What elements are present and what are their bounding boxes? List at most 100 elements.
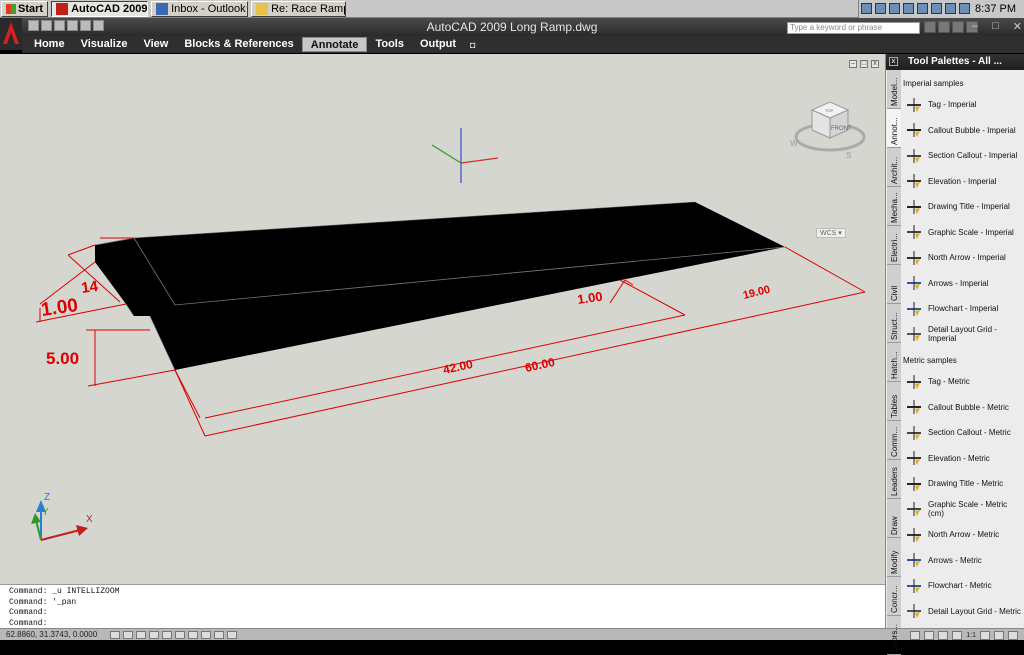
palette-tool[interactable]: Arrows - Imperial (901, 271, 1024, 297)
tool-icon (905, 475, 923, 493)
tray-icon[interactable] (889, 3, 900, 14)
palette-tab[interactable]: Archit... (887, 148, 901, 187)
palette-tab[interactable]: Struct... (887, 304, 901, 343)
zoom-icon[interactable] (952, 631, 963, 640)
layout-icon[interactable] (924, 631, 935, 640)
qp-toggle[interactable] (227, 631, 237, 639)
minimize-icon[interactable]: – (972, 20, 978, 33)
ortho-toggle[interactable] (136, 631, 146, 639)
palette-tool[interactable]: Graphic Scale - Metric (cm) (901, 497, 1024, 523)
palette-tab-label: Modify (890, 550, 899, 574)
palette-tab[interactable]: Annot... (887, 109, 901, 148)
communication-icon[interactable] (938, 21, 950, 33)
tab-tools[interactable]: Tools (367, 37, 412, 52)
ucs-z-label: Z (44, 492, 50, 503)
palette-tool[interactable]: Drawing Title - Metric (901, 471, 1024, 497)
favorites-icon[interactable] (952, 21, 964, 33)
system-tray: 8:37 PM (858, 0, 1024, 18)
palette-tab[interactable]: Draw (887, 499, 901, 538)
otrack-toggle[interactable] (175, 631, 185, 639)
palette-tool[interactable]: Arrows - Metric (901, 548, 1024, 574)
tool-icon (905, 96, 923, 114)
tool-icon (905, 577, 923, 595)
palette-tab[interactable]: Electri... (887, 226, 901, 265)
palette-tool[interactable]: Elevation - Imperial (901, 169, 1024, 195)
grid-toggle[interactable] (123, 631, 133, 639)
maximize-icon[interactable]: □ (992, 20, 999, 33)
drawing-viewport[interactable]: – □ x 1.00 14 5.00 1.00 42.00 60.00 19.0… (0, 54, 885, 584)
polar-toggle[interactable] (149, 631, 159, 639)
tray-icon[interactable] (931, 3, 942, 14)
wcs-menu[interactable]: WCS ▾ (816, 228, 846, 238)
start-button[interactable]: Start (1, 0, 49, 17)
palette-tool[interactable]: Callout Bubble - Imperial (901, 118, 1024, 144)
palette-tab[interactable]: Tables (887, 382, 901, 421)
palette-tab-label: Struct... (890, 312, 899, 340)
palette-tool[interactable]: Callout Bubble - Metric (901, 395, 1024, 421)
palette-tab[interactable]: Modify (887, 538, 901, 577)
palette-tool[interactable]: Flowchart - Imperial (901, 296, 1024, 322)
workspace-icon[interactable] (980, 631, 990, 640)
tray-icon[interactable] (903, 3, 914, 14)
tab-view[interactable]: View (135, 37, 176, 52)
palette-tool[interactable]: Section Callout - Metric (901, 420, 1024, 446)
snap-toggle[interactable] (110, 631, 120, 639)
command-line[interactable]: Command: _u INTELLIZOOM Command: '_pan C… (0, 584, 885, 628)
help-search-input[interactable]: Type a keyword or phrase (787, 22, 920, 34)
palette-tool[interactable]: North Arrow - Metric (901, 522, 1024, 548)
palette-tab[interactable]: Concr... (887, 577, 901, 616)
tool-label: Flowchart - Imperial (928, 304, 999, 314)
annotation-scale[interactable]: 1:1 (966, 630, 976, 641)
tool-icon (905, 249, 923, 267)
tool-icon (905, 223, 923, 241)
palette-tool[interactable]: Elevation - Metric (901, 446, 1024, 472)
tray-icon[interactable] (959, 3, 970, 14)
ribbon-minimize-icon[interactable]: ◘ (470, 40, 475, 50)
palette-tool[interactable]: North Arrow - Imperial (901, 245, 1024, 271)
palette-tab[interactable]: Model... (887, 70, 901, 109)
palette-tool[interactable]: Graphic Scale - Imperial (901, 220, 1024, 246)
taskbar-item-outlook[interactable]: Inbox - Outlook ... (151, 0, 249, 17)
ducs-toggle[interactable] (188, 631, 198, 639)
palette-tool[interactable]: Section Callout - Imperial (901, 143, 1024, 169)
palette-tab[interactable]: Doors... (887, 616, 901, 655)
tray-icon[interactable] (917, 3, 928, 14)
palette-tab[interactable]: Mecha... (887, 187, 901, 226)
tab-annotate[interactable]: Annotate (301, 37, 368, 52)
taskbar-item-autocad[interactable]: AutoCAD 2009 ... (51, 0, 149, 17)
palette-tool[interactable]: Flowchart - Metric (901, 573, 1024, 599)
tray-icon[interactable] (875, 3, 886, 14)
close-icon[interactable]: ✕ (1013, 20, 1022, 33)
palette-tab[interactable]: Leaders (887, 460, 901, 499)
palette-tab[interactable]: Civil (887, 265, 901, 304)
palette-titlebar[interactable]: x Tool Palettes - All ... (886, 54, 1024, 70)
lwt-toggle[interactable] (214, 631, 224, 639)
taskbar-item-race-ramps[interactable]: Re: Race Ramps (251, 0, 347, 17)
tab-blocks-references[interactable]: Blocks & References (176, 37, 301, 52)
tray-icon[interactable] (945, 3, 956, 14)
mail-icon (256, 2, 269, 15)
tray-icon[interactable] (861, 3, 872, 14)
palette-tool[interactable]: Detail Layout Grid - Imperial (901, 322, 1024, 348)
tab-home[interactable]: Home (26, 37, 73, 52)
osnap-toggle[interactable] (162, 631, 172, 639)
lock-icon[interactable] (994, 631, 1004, 640)
tab-output[interactable]: Output (412, 37, 464, 52)
palette-tab[interactable]: Hatch... (887, 343, 901, 382)
model-icon[interactable] (910, 631, 921, 640)
palette-close-icon[interactable]: x (889, 57, 898, 66)
dyn-toggle[interactable] (201, 631, 211, 639)
palette-tool[interactable]: Tag - Imperial (901, 92, 1024, 118)
palette-tab[interactable]: Comm... (887, 421, 901, 460)
palette-content[interactable]: Imperial samples Tag - Imperial Callout Bu… (901, 70, 1024, 628)
tab-visualize[interactable]: Visualize (73, 37, 136, 52)
palette-tool[interactable]: Tag - Metric (901, 369, 1024, 395)
palette-tool[interactable]: Detail Layout Grid - Metric (901, 599, 1024, 625)
viewcube[interactable]: TOP FRONT W S (790, 101, 866, 160)
pan-icon[interactable] (938, 631, 949, 640)
ucs-icon: Z Y X (31, 492, 93, 541)
palette-tab-label: Archit... (890, 156, 899, 184)
clean-screen-icon[interactable] (1008, 631, 1018, 640)
search-icon[interactable] (924, 21, 936, 33)
palette-tool[interactable]: Drawing Title - Imperial (901, 194, 1024, 220)
